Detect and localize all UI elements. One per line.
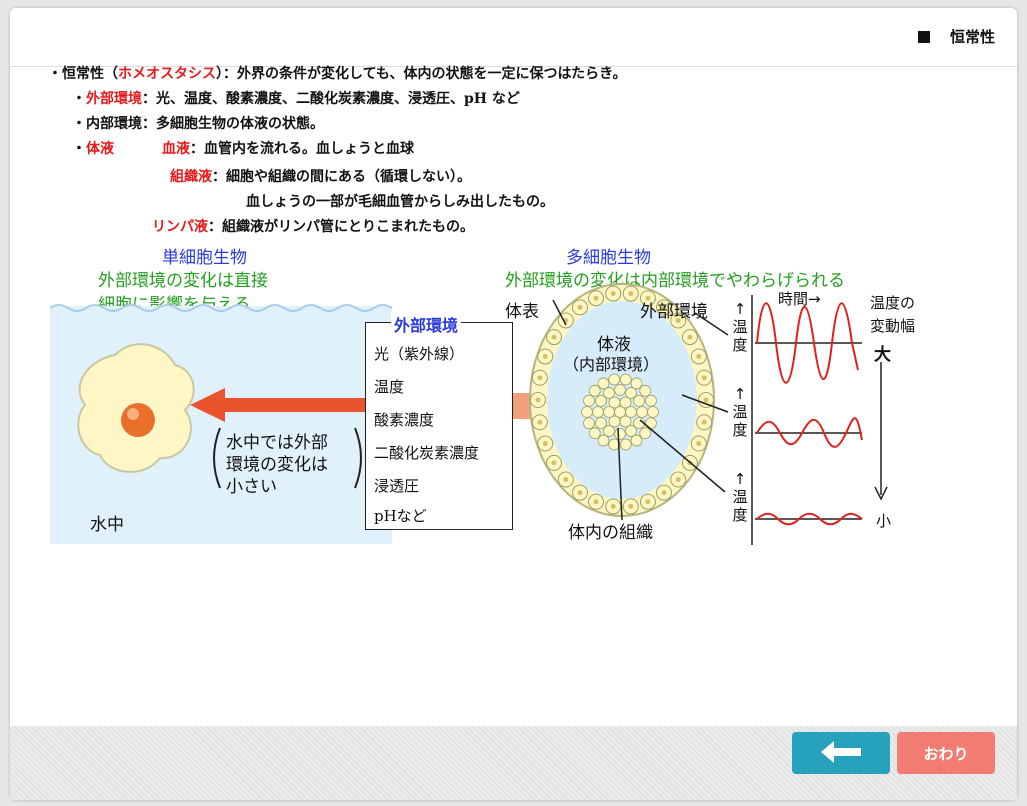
tissue-cell	[647, 406, 659, 418]
temp-axis-label-2: ↑温度	[732, 385, 748, 439]
tissue-cell	[592, 406, 604, 418]
range-label-2: 変動幅	[870, 317, 916, 335]
tissue-cell	[625, 406, 637, 418]
tissue-cell	[619, 396, 632, 409]
ext-env-graph-label: 外部環境	[640, 302, 708, 322]
tissue-cell	[619, 415, 632, 428]
tissue-cell	[608, 415, 621, 428]
tissue-cell	[645, 417, 657, 430]
tissue-cell	[614, 406, 626, 418]
external-env-box: 外部環境 光（紫外線） 温度 酸素濃度 二酸化炭素濃度 浸透圧 pHなど	[365, 312, 513, 530]
surface-cell-nucleus	[593, 295, 599, 301]
surface-cell-nucleus	[701, 419, 707, 425]
water-label: 水中	[90, 515, 124, 535]
tissue-cell	[597, 377, 610, 390]
surface-cell-nucleus	[542, 441, 548, 447]
tissue-cell	[583, 417, 595, 430]
surface-cell-nucleus	[675, 477, 681, 483]
surface-cell-nucleus	[645, 499, 651, 505]
inner-tissue-cells	[581, 373, 659, 451]
tissue-cell	[630, 377, 643, 390]
water-note-3: 小さい	[226, 477, 277, 497]
external-env-box-title: 外部環境	[391, 312, 462, 336]
surface-cell-nucleus	[537, 375, 543, 381]
surface-cell-nucleus	[542, 353, 548, 359]
env-item: pHなど	[374, 507, 427, 525]
tissue-cell	[625, 425, 637, 437]
surface-cell-nucleus	[703, 397, 709, 403]
surface-cell-nucleus	[577, 490, 583, 496]
arrow-to-cell-icon	[190, 388, 365, 422]
env-item: 光（紫外線）	[374, 345, 465, 363]
tissue-cell	[608, 373, 621, 386]
tissue-cell	[614, 428, 626, 440]
env-item: 浸透圧	[374, 477, 420, 495]
surface-cell-nucleus	[696, 353, 702, 359]
internal-env-label: （内部環境）	[563, 355, 660, 374]
tissue-cell	[603, 406, 615, 418]
end-button[interactable]: おわり	[897, 732, 995, 774]
env-item: 酸素濃度	[374, 411, 435, 429]
surface-cell-nucleus	[551, 334, 557, 340]
surface-cell-nucleus	[593, 499, 599, 505]
tissue-cell	[583, 394, 595, 407]
tissue-cell	[581, 406, 593, 418]
surface-cell-nucleus	[628, 503, 634, 509]
tissue-cell	[630, 434, 643, 447]
time-axis-label: 時間→	[778, 290, 821, 308]
tissue-label: 体内の組織	[568, 523, 653, 543]
tissue-cell	[636, 406, 648, 418]
temp-axis-label-3: ↑温度	[732, 470, 748, 524]
tissue-cell	[603, 387, 615, 399]
surface-cell-nucleus	[551, 460, 557, 466]
surface-cell-nucleus	[701, 375, 707, 381]
range-small-label: 小	[876, 512, 892, 530]
body-surface-label: 体表	[505, 302, 539, 322]
left-arrow-icon	[821, 740, 861, 763]
tissue-cell	[603, 425, 615, 437]
surface-cell-nucleus	[628, 291, 634, 297]
env-item: 温度	[374, 378, 405, 396]
tissue-cell	[595, 417, 607, 429]
env-item: 二酸化炭素濃度	[374, 444, 480, 462]
tissue-cell	[608, 396, 621, 409]
surface-cell-nucleus	[610, 291, 616, 297]
tissue-cell	[588, 384, 601, 397]
tissue-cell	[595, 395, 607, 407]
range-label-1: 温度の	[870, 294, 916, 312]
tissue-cell	[588, 427, 601, 440]
surface-cell-nucleus	[696, 441, 702, 447]
surface-cell-nucleus	[563, 477, 569, 483]
surface-cell-nucleus	[661, 490, 667, 496]
tissue-cell	[597, 434, 610, 447]
surface-cell-nucleus	[577, 304, 583, 310]
back-button[interactable]	[792, 732, 890, 774]
diagram-shapes	[77, 283, 888, 545]
surface-cell-nucleus	[535, 397, 541, 403]
tissue-cell	[619, 438, 632, 451]
tissue-cell	[639, 427, 652, 440]
tissue-cell	[645, 394, 657, 407]
tissue-cell	[619, 373, 632, 386]
tissue-cell	[614, 384, 626, 396]
surface-cell-nucleus	[537, 419, 543, 425]
range-large-label: 大	[874, 345, 891, 365]
cell-nucleus	[121, 403, 155, 437]
tissue-cell	[639, 384, 652, 397]
surface-cell-nucleus	[610, 503, 616, 509]
tissue-cell	[633, 395, 645, 407]
surface-cell-nucleus	[687, 334, 693, 340]
temp-axis-label-1: ↑温度	[732, 300, 748, 354]
tissue-cell	[625, 387, 637, 399]
